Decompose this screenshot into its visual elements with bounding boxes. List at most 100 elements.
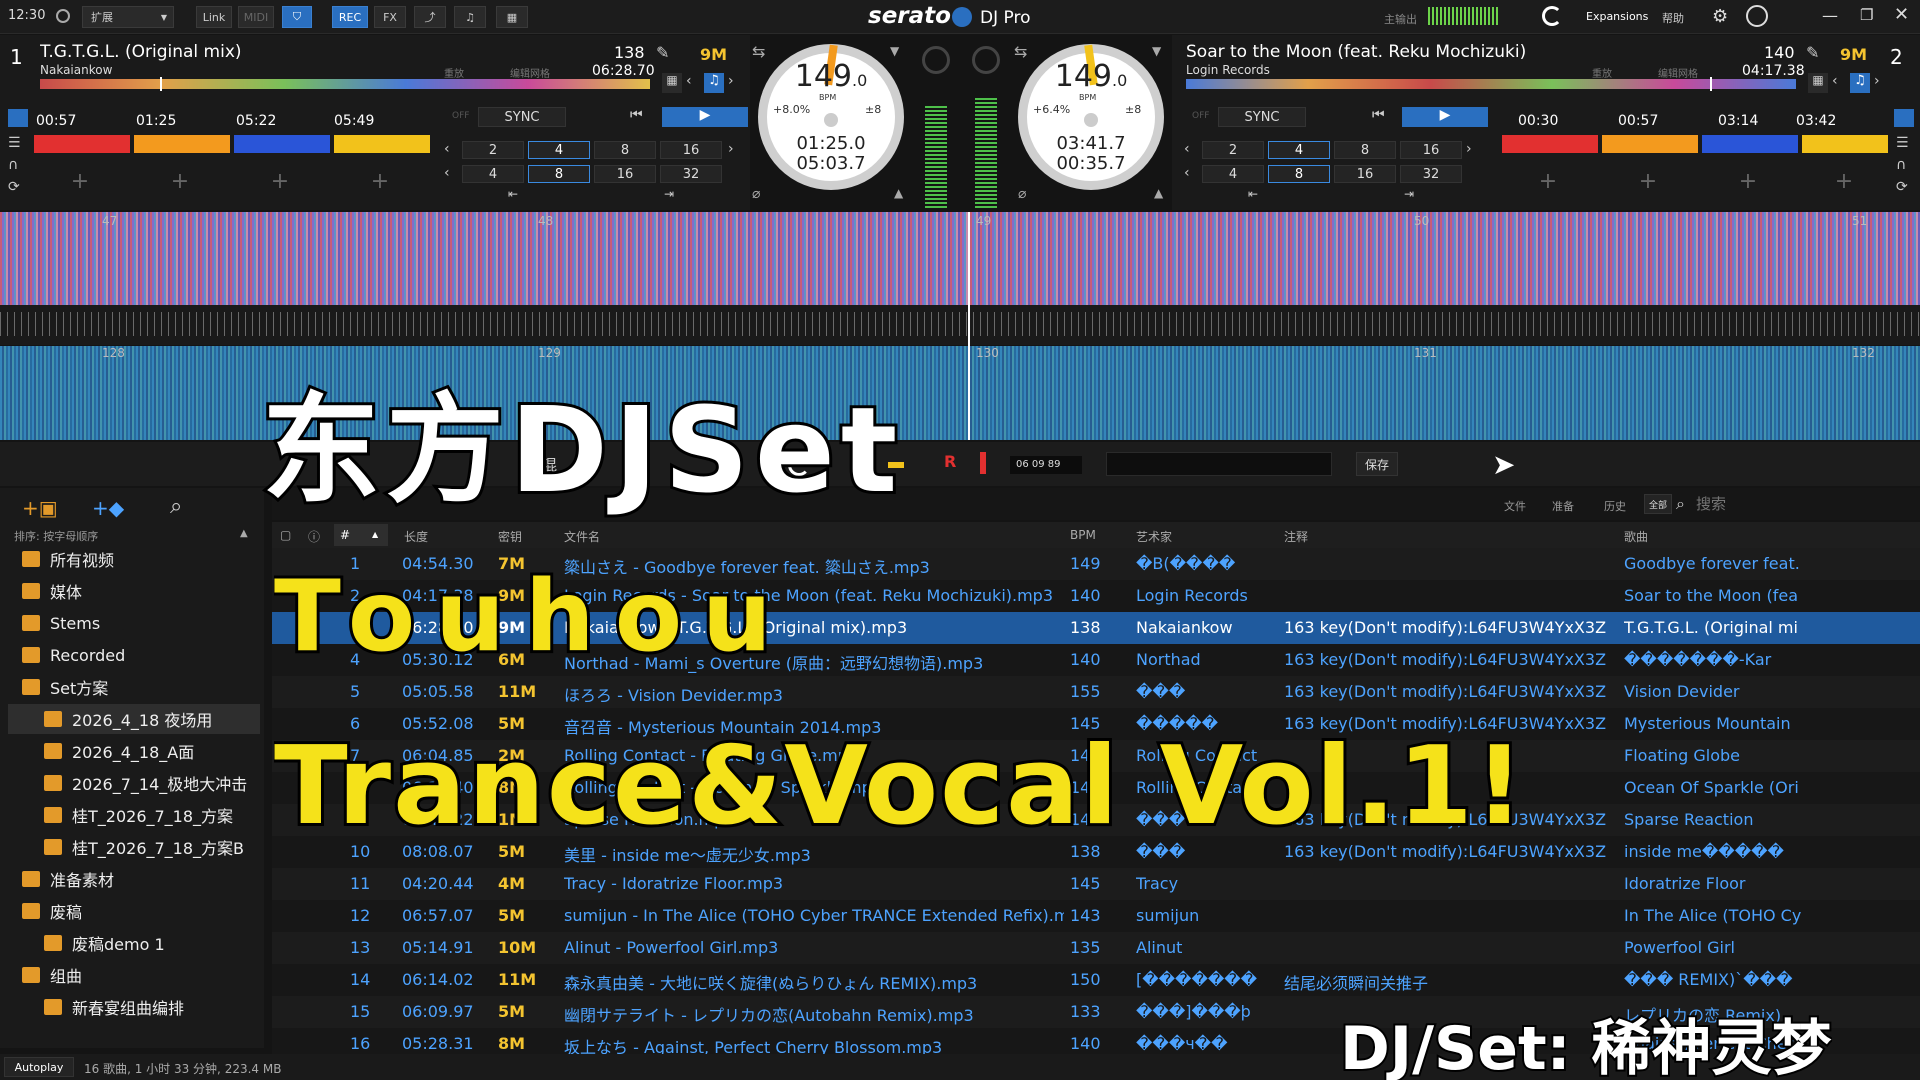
loop-length-16[interactable]: 16 [1400, 141, 1462, 159]
add-cue-icon[interactable]: + [1538, 169, 1558, 194]
add-smart-crate-icon[interactable]: +◆ [92, 496, 124, 520]
record-button[interactable]: R [944, 452, 956, 471]
loop-length-8[interactable]: 8 [1334, 141, 1396, 159]
tab-history[interactable]: 历史 [1604, 498, 1626, 514]
cue-pad-2[interactable] [1602, 135, 1698, 153]
play-button[interactable]: ▶ [1402, 107, 1488, 127]
shield-icon[interactable]: ⛉ [282, 6, 312, 28]
col-artist[interactable]: 艺术家 [1136, 528, 1172, 545]
roll-length-4[interactable]: 4 [1202, 165, 1264, 183]
cue-pad-1[interactable] [34, 135, 130, 153]
tab-files[interactable]: 文件 [1504, 498, 1526, 514]
deck-1-rel-button[interactable]: ⇆ [752, 42, 765, 61]
table-row[interactable]: 13 05:14.91 10M Alinut - Powerfool Girl.mp3… [272, 932, 1920, 964]
tab-prepare[interactable]: 准备 [1552, 498, 1574, 514]
close-icon[interactable]: ✕ [1894, 4, 1909, 25]
roll-halve-icon[interactable]: ‹ [444, 165, 460, 183]
deck-2-censor-icon[interactable]: ⌀ [1018, 186, 1026, 202]
loop-length-4[interactable]: 4 [528, 141, 590, 159]
cue-pad-1[interactable] [1502, 135, 1598, 153]
col-key[interactable]: 密钥 [498, 528, 522, 545]
roll-length-4[interactable]: 4 [462, 165, 524, 183]
link-button[interactable]: Link [196, 6, 232, 28]
previous-track-icon[interactable]: ⏮ [1372, 107, 1394, 127]
loop-icon[interactable]: ⟳ [8, 179, 28, 195]
search-scope-all[interactable]: 全部 [1644, 494, 1672, 514]
restore-icon[interactable]: ❐ [1860, 6, 1873, 24]
autoplay-button[interactable]: Autoplay [4, 1057, 74, 1077]
loop-length-2[interactable]: 2 [462, 141, 524, 159]
list-icon[interactable]: ☰ [1896, 135, 1916, 151]
grid-icon[interactable]: ▦ [662, 73, 682, 93]
beatjump-forward-icon[interactable]: ⇥ [664, 187, 674, 201]
search-icon[interactable]: ⌕ [170, 494, 182, 519]
table-row[interactable]: 5 05:05.58 11M ほろろ - Vision Devider.mp3 155 �… [272, 676, 1920, 708]
sync-button[interactable]: SYNC [478, 107, 566, 127]
loop-halve-icon[interactable]: ‹ [444, 141, 460, 159]
keyboard-icon[interactable]: ▦ [496, 6, 528, 28]
roll-length-32[interactable]: 32 [660, 165, 722, 183]
chevron-left-icon[interactable]: ‹ [1832, 73, 1848, 93]
expansions-button[interactable]: Expansions [1586, 10, 1648, 23]
play-button[interactable]: ▶ [662, 107, 748, 127]
save-recording-button[interactable]: 保存 [1356, 452, 1398, 476]
pencil-icon[interactable]: ✎ [656, 43, 669, 62]
deck-1-gain-knob[interactable] [922, 46, 950, 74]
table-row[interactable]: 12 06:57.07 5M sumijun - In The Alice (TOHO… [272, 900, 1920, 932]
roll-length-16[interactable]: 16 [1334, 165, 1396, 183]
sync-button[interactable]: SYNC [1218, 107, 1306, 127]
minimize-icon[interactable]: — [1822, 6, 1838, 25]
beatjump-forward-icon[interactable]: ⇥ [1404, 187, 1414, 201]
mode-select[interactable]: 扩展 ▼ [82, 6, 174, 28]
col-number[interactable]: # [340, 528, 350, 542]
beatjump-back-icon[interactable]: ⇤ [1248, 187, 1258, 201]
add-cue-icon[interactable]: + [1834, 169, 1854, 194]
chevron-right-icon[interactable]: › [1874, 73, 1890, 93]
list-icon[interactable]: ☰ [8, 135, 28, 151]
loop-length-2[interactable]: 2 [1202, 141, 1264, 159]
deck-2-gain-knob[interactable] [972, 46, 1000, 74]
keylock-icon[interactable]: ♫ [1850, 73, 1870, 93]
headphone-cue-icon[interactable]: ∩ [8, 157, 28, 173]
deck-1-eject-icon[interactable]: ▼ [890, 44, 899, 58]
col-song[interactable]: 歌曲 [1624, 528, 1648, 545]
table-row[interactable]: 14 06:14.02 11M 森永真由美 - 大地に咲く旋律(ぬらりひょん REMI… [272, 964, 1920, 996]
flip-icon[interactable]: ⤴ [414, 6, 446, 28]
table-row[interactable]: 11 04:20.44 4M Tracy - Idoratrize Floor.mp3… [272, 868, 1920, 900]
cue-mode-icon[interactable] [1894, 109, 1914, 127]
add-cue-icon[interactable]: + [170, 169, 190, 194]
cue-pad-4[interactable] [334, 135, 430, 153]
add-cue-icon[interactable]: + [1638, 169, 1658, 194]
fx-button[interactable]: FX [374, 6, 406, 28]
chevron-right-icon[interactable]: › [728, 73, 744, 93]
loop-length-4[interactable]: 4 [1268, 141, 1330, 159]
cue-pad-3[interactable] [1702, 135, 1798, 153]
previous-track-icon[interactable]: ⏮ [630, 107, 652, 127]
deck-2-rel-button[interactable]: ⇆ [1014, 42, 1027, 61]
deck-1-censor-icon[interactable]: ⌀ [752, 186, 760, 202]
library-search-input[interactable] [1696, 494, 1906, 514]
headphones-icon[interactable]: ♫ [454, 6, 486, 28]
col-comment[interactable]: 注释 [1284, 528, 1308, 545]
deck-2-up-icon[interactable]: ▲ [1154, 186, 1163, 200]
gear-icon[interactable]: ⚙ [1712, 6, 1728, 27]
roll-length-8[interactable]: 8 [528, 165, 590, 183]
record-filename-input[interactable] [1106, 452, 1332, 476]
deck-overview-waveform[interactable] [40, 79, 650, 89]
cue-pad-3[interactable] [234, 135, 330, 153]
cue-mode-icon[interactable] [8, 109, 28, 127]
beatjump-back-icon[interactable]: ⇤ [508, 187, 518, 201]
midi-button[interactable]: MIDI [238, 6, 274, 28]
pencil-icon[interactable]: ✎ [1806, 43, 1819, 62]
deck-1-scrolling-waveform[interactable] [0, 212, 1920, 308]
col-filename[interactable]: 文件名 [564, 528, 600, 545]
roll-length-16[interactable]: 16 [594, 165, 656, 183]
add-crate-icon[interactable]: +▣ [22, 496, 58, 520]
loop-double-icon[interactable]: › [1466, 141, 1482, 159]
roll-halve-icon[interactable]: ‹ [1184, 165, 1200, 183]
deck-2-platter[interactable]: 149.0 BPM +6.4% ±8 03:41.7 00:35.7 [1018, 44, 1164, 190]
brightness-icon[interactable] [56, 9, 70, 23]
col-bpm[interactable]: BPM [1070, 528, 1096, 542]
sort-direction-icon[interactable]: ▲ [240, 528, 248, 539]
loop-double-icon[interactable]: › [728, 141, 744, 159]
